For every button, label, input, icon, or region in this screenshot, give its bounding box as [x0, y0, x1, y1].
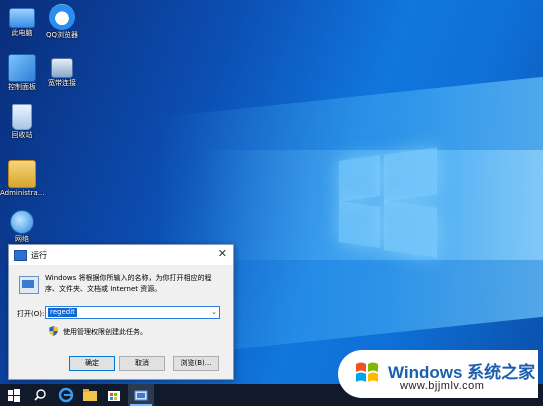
watermark-url: www.bjjmlv.com: [400, 380, 485, 392]
run-description: Windows 将根据你所输入的名称，为你打开相应的程序、文件夹、文档或 Int…: [45, 274, 212, 293]
run-dialog-button-bar: 确定 取消 浏览(B)...: [9, 348, 233, 379]
windows-logo-tile: [339, 201, 380, 248]
chevron-down-icon[interactable]: ⌄: [211, 307, 217, 318]
network-globe-icon: [10, 210, 34, 234]
desktop-icon-label: Administra...: [0, 189, 44, 197]
watermark: Windows 系统之家 www.bjjmlv.com: [338, 350, 538, 398]
desktop-icon-network[interactable]: 网络: [0, 210, 44, 244]
windows-logo-tile: [339, 155, 380, 202]
run-icon: [19, 276, 39, 294]
windows-logo-tile: [384, 200, 437, 258]
desktop-icon-broadband[interactable]: 宽带连接: [40, 54, 84, 88]
windows-start-icon[interactable]: [6, 387, 22, 403]
desktop-icon-this-pc[interactable]: 此电脑: [0, 4, 44, 38]
admin-note: 使用管理权限创建此任务。: [63, 328, 147, 336]
desktop-icon-label: 控制面板: [8, 83, 36, 91]
browse-button[interactable]: 浏览(B)...: [173, 356, 219, 371]
run-dialog-body: Windows 将根据你所输入的名称，为你打开相应的程序、文件夹、文档或 Int…: [9, 265, 233, 347]
run-dialog-titlebar[interactable]: 运行 ✕: [9, 245, 233, 265]
file-explorer-icon[interactable]: [82, 387, 98, 403]
open-label: 打开(O):: [17, 310, 45, 318]
windows-logo-tile: [384, 147, 437, 202]
run-app-icon: [14, 250, 27, 261]
open-input-value[interactable]: regedit: [48, 308, 77, 317]
store-icon[interactable]: [106, 387, 122, 403]
desktop-icon-label: 宽带连接: [48, 79, 76, 87]
desktop-icon-qq-browser[interactable]: QQ浏览器: [40, 4, 84, 40]
network-icon: [51, 58, 73, 78]
run-app-icon: [134, 390, 148, 401]
qq-browser-icon: [49, 4, 75, 30]
run-dialog: 运行 ✕ Windows 将根据你所输入的名称，为你打开相应的程序、文件夹、文档…: [8, 244, 234, 380]
ok-button[interactable]: 确定: [69, 356, 115, 371]
edge-icon[interactable]: [58, 387, 74, 403]
control-panel-icon: [8, 54, 36, 82]
desktop-icon-label: 网络: [15, 235, 29, 243]
computer-icon: [9, 8, 35, 28]
desktop-icon-control-panel[interactable]: 控制面板: [0, 54, 44, 92]
desktop-icon-user-folder[interactable]: Administra...: [0, 160, 44, 198]
run-dialog-title: 运行: [31, 251, 47, 260]
open-input[interactable]: regedit ⌄: [45, 306, 220, 319]
desktop-icon-label: 此电脑: [11, 29, 33, 37]
user-folder-icon: [8, 160, 36, 188]
desktop-icon-label: QQ浏览器: [45, 31, 79, 39]
desktop-icon-recycle-bin[interactable]: 回收站: [0, 104, 44, 140]
search-icon[interactable]: [32, 387, 48, 403]
desktop-icon-label: 回收站: [11, 131, 33, 139]
windows-flag-icon: [356, 362, 378, 382]
shield-icon: [49, 326, 58, 336]
taskbar-active-item[interactable]: [128, 384, 154, 406]
cancel-button[interactable]: 取消: [119, 356, 165, 371]
recycle-bin-icon: [12, 104, 32, 130]
close-icon[interactable]: ✕: [218, 247, 227, 260]
